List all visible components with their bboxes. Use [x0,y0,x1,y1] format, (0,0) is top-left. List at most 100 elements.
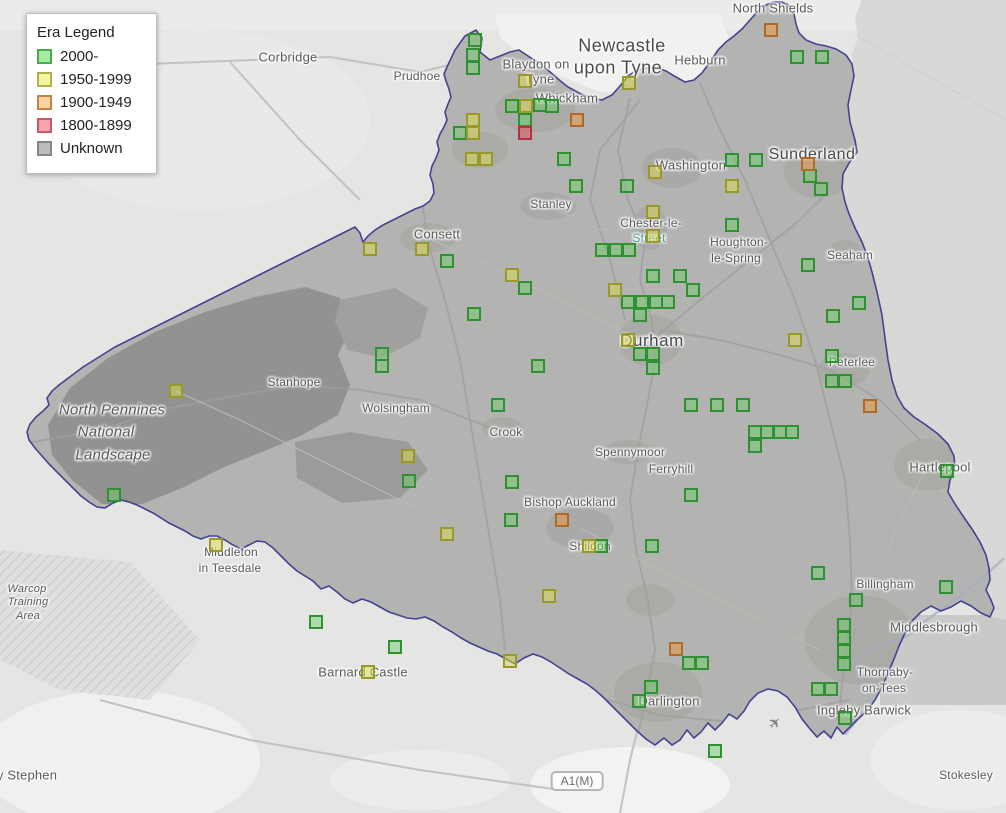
era-marker-e1950[interactable] [505,268,519,282]
era-marker-e2000[interactable] [749,153,763,167]
era-marker-e2000[interactable] [646,361,660,375]
era-marker-e2000[interactable] [661,295,675,309]
era-marker-e1950[interactable] [646,229,660,243]
era-marker-e1950[interactable] [209,538,223,552]
era-marker-e2000[interactable] [633,347,647,361]
era-marker-e2000[interactable] [811,682,825,696]
era-marker-e1950[interactable] [518,74,532,88]
era-marker-e1950[interactable] [440,527,454,541]
era-marker-e1800[interactable] [518,126,532,140]
era-marker-e2000[interactable] [852,296,866,310]
era-marker-e2000[interactable] [466,48,480,62]
era-marker-e2000[interactable] [467,307,481,321]
era-marker-e2000[interactable] [811,566,825,580]
era-marker-e2000[interactable] [609,243,623,257]
era-marker-e2000[interactable] [440,254,454,268]
era-marker-e1950[interactable] [169,384,183,398]
era-marker-e2000[interactable] [785,425,799,439]
era-marker-e2000[interactable] [790,50,804,64]
era-marker-e2000[interactable] [388,640,402,654]
era-marker-e2000[interactable] [837,618,851,632]
era-marker-e2000[interactable] [545,99,559,113]
era-marker-e2000[interactable] [594,539,608,553]
era-marker-e2000[interactable] [505,475,519,489]
era-marker-e2000[interactable] [725,218,739,232]
era-marker-e2000[interactable] [736,398,750,412]
era-marker-e2000[interactable] [635,295,649,309]
era-marker-e2000[interactable] [837,657,851,671]
era-marker-e2000[interactable] [760,425,774,439]
era-marker-e1950[interactable] [788,333,802,347]
era-marker-e2000[interactable] [595,243,609,257]
era-marker-e2000[interactable] [838,711,852,725]
era-marker-e2000[interactable] [814,182,828,196]
era-marker-e2000[interactable] [632,694,646,708]
era-marker-e1900[interactable] [801,157,815,171]
era-marker-e2000[interactable] [402,474,416,488]
era-marker-e2000[interactable] [824,682,838,696]
era-marker-e2000[interactable] [622,243,636,257]
era-marker-e2000[interactable] [837,631,851,645]
era-marker-e1950[interactable] [363,242,377,256]
era-marker-e2000[interactable] [468,33,482,47]
era-marker-e2000[interactable] [453,126,467,140]
era-marker-e1950[interactable] [621,333,635,347]
era-marker-e1950[interactable] [648,165,662,179]
era-marker-e1900[interactable] [570,113,584,127]
map-canvas[interactable]: HexhamCorbridgePrudhoeNorth ShieldsNewca… [0,0,1006,813]
era-marker-e2000[interactable] [708,744,722,758]
era-marker-e2000[interactable] [107,488,121,502]
era-marker-e2000[interactable] [569,179,583,193]
era-marker-e1950[interactable] [622,76,636,90]
era-marker-e1950[interactable] [608,283,622,297]
era-marker-e1950[interactable] [725,179,739,193]
era-marker-e2000[interactable] [695,656,709,670]
era-marker-e2000[interactable] [725,153,739,167]
era-marker-e2000[interactable] [646,347,660,361]
era-marker-e2000[interactable] [309,615,323,629]
era-marker-e2000[interactable] [686,283,700,297]
era-marker-e2000[interactable] [466,61,480,75]
era-marker-e2000[interactable] [837,644,851,658]
era-marker-e1900[interactable] [764,23,778,37]
era-marker-e2000[interactable] [644,680,658,694]
era-marker-e1900[interactable] [669,642,683,656]
era-marker-e1950[interactable] [466,126,480,140]
era-marker-e2000[interactable] [825,374,839,388]
era-marker-e2000[interactable] [375,359,389,373]
era-marker-e1900[interactable] [555,513,569,527]
era-marker-e1950[interactable] [415,242,429,256]
era-marker-e2000[interactable] [940,464,954,478]
era-marker-e2000[interactable] [673,269,687,283]
era-marker-e2000[interactable] [645,539,659,553]
era-marker-e2000[interactable] [491,398,505,412]
era-marker-e2000[interactable] [633,308,647,322]
era-marker-e2000[interactable] [710,398,724,412]
era-marker-e1950[interactable] [542,589,556,603]
era-marker-e1950[interactable] [646,205,660,219]
era-marker-e2000[interactable] [518,281,532,295]
era-marker-e1950[interactable] [479,152,493,166]
era-marker-e2000[interactable] [939,580,953,594]
era-marker-e2000[interactable] [849,593,863,607]
era-marker-e1950[interactable] [466,113,480,127]
era-marker-e1950[interactable] [465,152,479,166]
era-marker-e2000[interactable] [682,656,696,670]
era-marker-e2000[interactable] [620,179,634,193]
era-marker-e1950[interactable] [401,449,415,463]
era-marker-e1950[interactable] [582,539,596,553]
era-marker-e2000[interactable] [518,113,532,127]
era-marker-e2000[interactable] [826,309,840,323]
era-marker-e2000[interactable] [801,258,815,272]
era-marker-e2000[interactable] [646,269,660,283]
era-marker-e1900[interactable] [863,399,877,413]
era-marker-e2000[interactable] [803,169,817,183]
era-marker-e2000[interactable] [684,488,698,502]
era-marker-e1950[interactable] [361,665,375,679]
era-marker-e2000[interactable] [504,513,518,527]
era-marker-e2000[interactable] [505,99,519,113]
era-marker-e2000[interactable] [557,152,571,166]
era-marker-e1950[interactable] [519,99,533,113]
era-marker-e2000[interactable] [825,349,839,363]
era-marker-e2000[interactable] [748,439,762,453]
